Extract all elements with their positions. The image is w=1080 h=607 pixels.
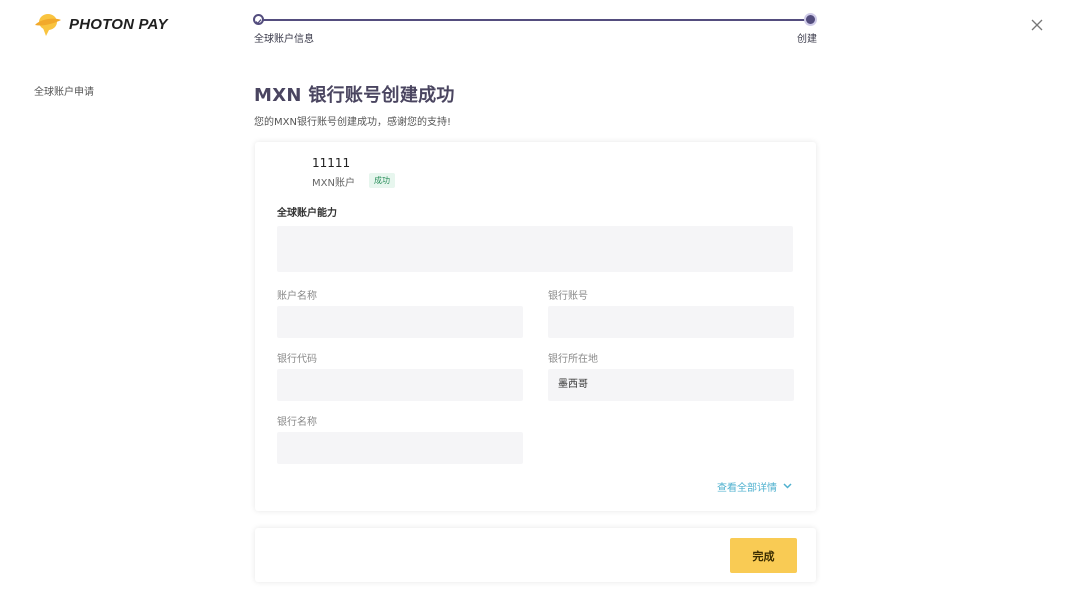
step-1-done-indicator xyxy=(253,14,264,25)
check-icon xyxy=(255,10,262,29)
chevron-down-icon xyxy=(783,481,792,492)
account-name-label: 账户名称 xyxy=(277,291,317,302)
close-button[interactable] xyxy=(1023,11,1051,39)
account-name-field xyxy=(277,306,523,338)
footer-action-bar: 完成 xyxy=(255,528,816,582)
page-title: MXN 银行账号创建成功 xyxy=(254,85,455,106)
step-2-current-indicator xyxy=(804,13,817,26)
done-button[interactable]: 完成 xyxy=(730,538,797,573)
bank-name-field xyxy=(277,432,523,464)
bank-account-number-field xyxy=(548,306,794,338)
account-type: MXN账户 xyxy=(312,178,355,189)
capabilities-box xyxy=(277,226,793,272)
page: PHOTON PAY 全球账户信息 创建 全球账户申请 MXN 银行账号创建成功… xyxy=(0,0,1080,607)
view-all-details-link[interactable]: 查看全部详情 xyxy=(717,479,792,494)
brand-name: PHOTON PAY xyxy=(69,15,168,33)
progress-stepper: 全球账户信息 创建 xyxy=(253,13,817,45)
photon-logo-icon xyxy=(33,11,63,37)
brand-logo[interactable]: PHOTON PAY xyxy=(33,11,168,37)
account-name: 11111 xyxy=(312,156,351,170)
bank-location-label: 银行所在地 xyxy=(548,354,598,365)
view-all-details-label: 查看全部详情 xyxy=(717,483,777,494)
bank-location-field: 墨西哥 xyxy=(548,369,794,401)
bank-code-label: 银行代码 xyxy=(277,354,317,365)
page-subtitle: 您的MXN银行账号创建成功，感谢您的支持! xyxy=(254,117,451,128)
close-icon xyxy=(1031,16,1043,35)
status-badge: 成功 xyxy=(369,173,395,188)
step-2-label: 创建 xyxy=(797,34,817,45)
account-details-card: 11111 MXN账户 成功 全球账户能力 账户名称 银行账号 银行代码 银行所… xyxy=(255,142,816,511)
bank-code-field xyxy=(277,369,523,401)
step-1-label: 全球账户信息 xyxy=(254,34,314,45)
stepper-track xyxy=(258,19,811,21)
capabilities-title: 全球账户能力 xyxy=(277,208,337,219)
sidebar-item-global-account-application[interactable]: 全球账户申请 xyxy=(34,83,94,98)
bank-account-number-label: 银行账号 xyxy=(548,291,588,302)
bank-name-label: 银行名称 xyxy=(277,417,317,428)
